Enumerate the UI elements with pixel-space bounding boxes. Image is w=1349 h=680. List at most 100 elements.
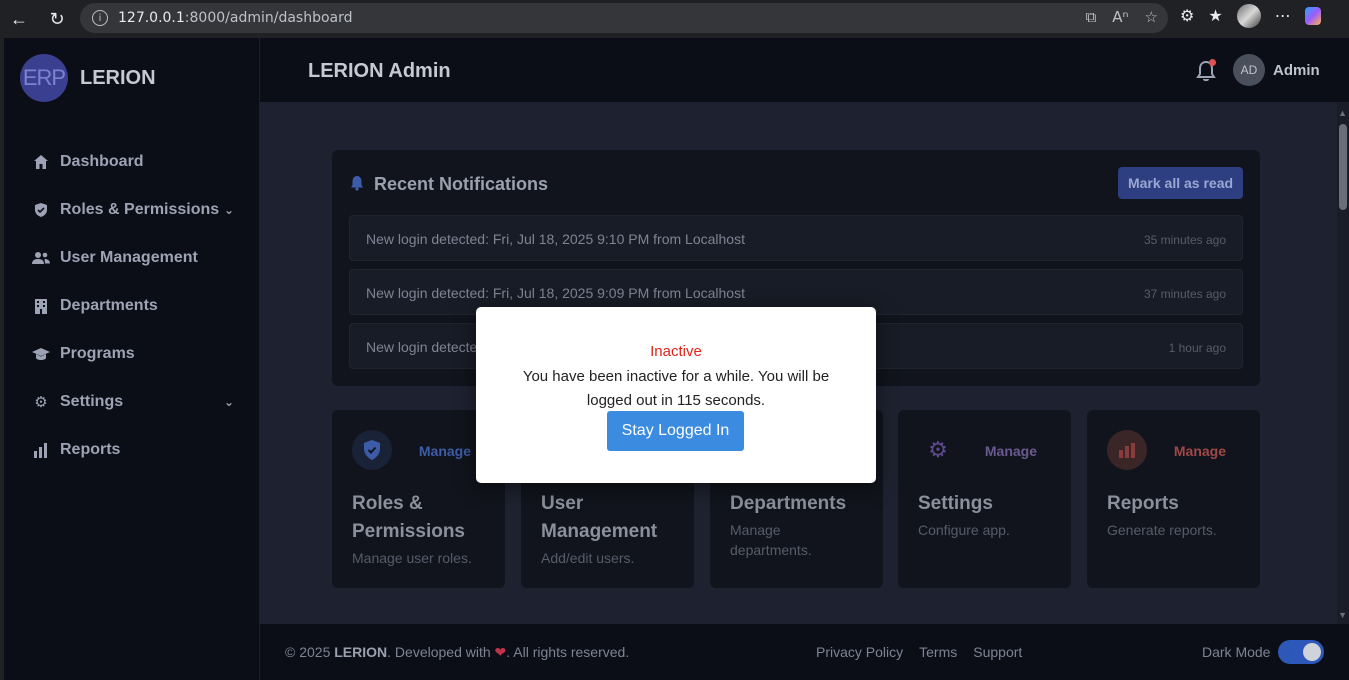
users-icon xyxy=(32,249,50,267)
gear-icon: ⚙ xyxy=(34,394,48,411)
support-link[interactable]: Support xyxy=(973,644,1022,660)
notification-time: 1 hour ago xyxy=(1168,341,1226,355)
browser-toolbar: ← ↻ i 127.0.0.1:8000/admin/dashboard ⧉ A… xyxy=(0,0,1349,38)
notifications-title: Recent Notifications xyxy=(374,174,549,194)
inactivity-modal: Inactive You have been inactive for a wh… xyxy=(476,307,876,483)
notifications-heading: Recent Notifications xyxy=(350,174,548,195)
sidebar-item-label: Roles & Permissions xyxy=(60,201,220,218)
sidebar-item-roles-permissions[interactable]: Roles & Permissions ⌄ xyxy=(32,186,242,234)
notification-message: New login detected: Fri, Jul 18, 2025 9:… xyxy=(366,231,745,247)
notification-message: New login detecte xyxy=(366,339,478,355)
read-aloud-icon[interactable]: Aⁿ xyxy=(1112,8,1128,26)
sidebar-menu: Dashboard Roles & Permissions ⌄ User Man… xyxy=(32,138,242,474)
bar-chart-icon xyxy=(1107,430,1147,470)
card-description: Add/edit users. xyxy=(541,550,635,566)
building-icon xyxy=(32,297,50,315)
sidebar-item-label: Departments xyxy=(60,297,158,314)
mark-all-read-button[interactable]: Mark all as read xyxy=(1118,167,1243,199)
back-arrow-icon[interactable]: ← xyxy=(4,4,34,34)
copyright-text: © 2025 LERION. Developed with ❤. All rig… xyxy=(285,644,629,661)
favorites-icon[interactable]: ★ xyxy=(1208,6,1222,26)
card-title: Departments xyxy=(730,493,847,514)
favorite-star-icon[interactable]: ☆ xyxy=(1145,8,1158,26)
card-description: Generate reports. xyxy=(1107,522,1217,538)
copilot-icon[interactable] xyxy=(1304,7,1321,25)
notification-item[interactable]: New login detected: Fri, Jul 18, 2025 9:… xyxy=(349,215,1243,261)
stay-logged-in-button[interactable]: Stay Logged In xyxy=(607,411,744,451)
card-title: User Management xyxy=(541,493,658,542)
toggle-knob xyxy=(1303,643,1321,661)
notification-message: New login detected: Fri, Jul 18, 2025 9:… xyxy=(366,285,745,301)
brand-logo[interactable]: ERP LERION xyxy=(20,54,156,102)
address-bar[interactable]: i 127.0.0.1:8000/admin/dashboard ⧉ Aⁿ ☆ xyxy=(80,3,1168,33)
modal-message: You have been inactive for a while. You … xyxy=(522,368,830,409)
card-description: Manage departments. xyxy=(730,522,812,558)
url-host: 127.0.0.1 xyxy=(118,10,185,26)
sidebar-item-label: Settings xyxy=(60,393,124,410)
notification-bell-icon[interactable] xyxy=(1196,59,1216,82)
sidebar-item-reports[interactable]: Reports xyxy=(32,426,242,474)
gear-icon: ⚙ xyxy=(918,430,958,470)
card-title: Settings xyxy=(918,493,993,514)
page-title: LERION Admin xyxy=(308,60,451,82)
chevron-down-icon[interactable]: ⌄ xyxy=(224,395,234,409)
avatar[interactable]: AD xyxy=(1233,54,1265,86)
footer-brand: LERION xyxy=(334,644,388,660)
sidebar-item-settings[interactable]: ⚙ Settings ⌄ xyxy=(32,378,242,426)
manage-link[interactable]: Manage xyxy=(985,443,1037,459)
card-description: Configure app. xyxy=(918,522,1010,538)
copyright-prefix: © 2025 xyxy=(285,644,335,660)
rights-text: . All rights reserved. xyxy=(506,644,630,660)
scrollbar-thumb[interactable] xyxy=(1339,124,1347,210)
manage-link[interactable]: Manage xyxy=(419,443,471,459)
scroll-down-arrow-icon[interactable]: ▼ xyxy=(1338,610,1347,620)
privacy-policy-link[interactable]: Privacy Policy xyxy=(816,644,903,660)
extensions-icon[interactable]: ⚙ xyxy=(1180,6,1194,26)
sidebar-item-user-management[interactable]: User Management xyxy=(32,234,242,282)
notification-dot xyxy=(1209,59,1216,66)
terms-link[interactable]: Terms xyxy=(919,644,957,660)
heart-icon: ❤ xyxy=(494,644,507,660)
dark-mode-label: Dark Mode xyxy=(1202,644,1271,660)
sidebar-item-programs[interactable]: Programs xyxy=(32,330,242,378)
notification-time: 37 minutes ago xyxy=(1143,287,1226,301)
logo-mark: ERP xyxy=(20,54,68,102)
card-settings[interactable]: ⚙ Manage Settings Configure app. xyxy=(898,410,1071,588)
shield-check-icon xyxy=(352,430,392,470)
sidebar-item-departments[interactable]: Departments xyxy=(32,282,242,330)
sidebar-item-label: Reports xyxy=(60,441,121,458)
sidebar: ERP LERION Dashboard Roles & Permissions… xyxy=(4,38,260,680)
profile-avatar[interactable] xyxy=(1236,4,1261,28)
footer-links: Privacy Policy Terms Support xyxy=(816,644,1022,660)
notification-time: 35 minutes ago xyxy=(1143,233,1226,247)
modal-title: Inactive xyxy=(650,343,702,360)
dark-mode-toggle[interactable] xyxy=(1278,640,1324,664)
card-reports[interactable]: Manage Reports Generate reports. xyxy=(1087,410,1260,588)
site-info-icon[interactable]: i xyxy=(92,10,108,26)
open-in-app-icon[interactable]: ⧉ xyxy=(1086,8,1097,26)
sidebar-item-dashboard[interactable]: Dashboard xyxy=(32,138,242,186)
more-menu-icon[interactable]: ⋯ xyxy=(1275,6,1291,26)
manage-link[interactable]: Manage xyxy=(1174,443,1226,459)
sidebar-item-label: Programs xyxy=(60,345,135,362)
top-header: LERION Admin AD Admin xyxy=(260,38,1349,102)
footer: © 2025 LERION. Developed with ❤. All rig… xyxy=(260,624,1349,680)
graduation-cap-icon xyxy=(32,345,50,363)
bell-icon xyxy=(350,175,364,195)
brand-name: LERION xyxy=(80,66,156,89)
developed-with: . Developed with xyxy=(387,644,495,660)
sidebar-item-label: User Management xyxy=(60,249,198,266)
card-description: Manage user roles. xyxy=(352,550,472,566)
user-name[interactable]: Admin xyxy=(1273,62,1320,79)
scroll-up-arrow-icon[interactable]: ▲ xyxy=(1338,108,1347,118)
reload-icon[interactable]: ↻ xyxy=(42,4,72,34)
sidebar-item-label: Dashboard xyxy=(60,153,144,170)
scrollbar[interactable]: ▲ ▼ xyxy=(1337,102,1349,624)
url-path: :8000/admin/dashboard xyxy=(184,10,353,26)
card-title: Reports xyxy=(1107,493,1179,514)
home-icon xyxy=(32,153,50,171)
bar-chart-icon xyxy=(32,441,50,459)
card-title: Roles & Permissions xyxy=(352,493,465,542)
shield-icon xyxy=(32,201,50,219)
chevron-down-icon[interactable]: ⌄ xyxy=(224,203,234,217)
